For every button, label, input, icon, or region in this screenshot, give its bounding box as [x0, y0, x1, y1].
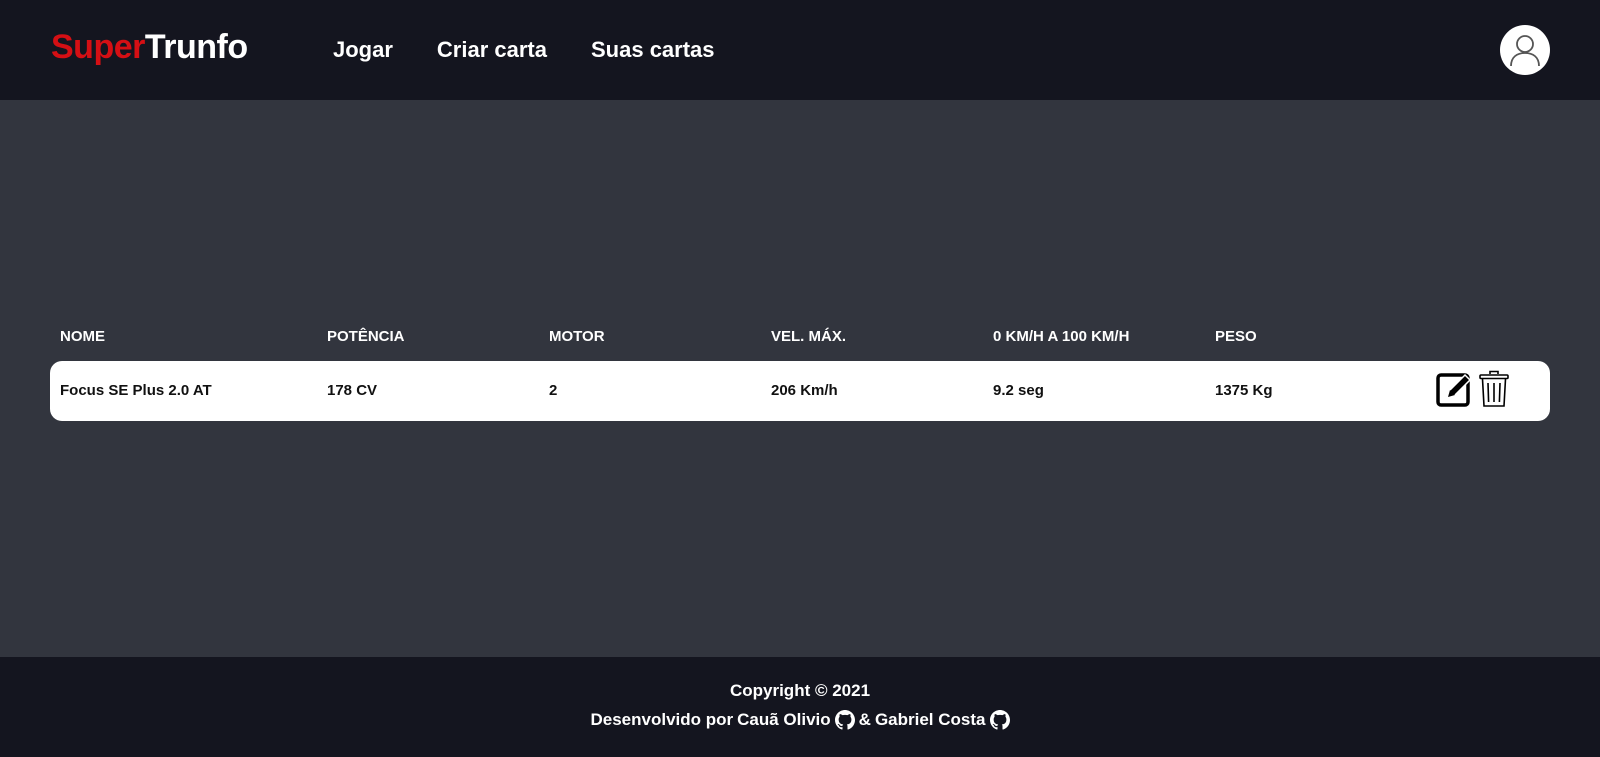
table-row: Focus SE Plus 2.0 AT 178 CV 2 206 Km/h 9… [50, 361, 1550, 421]
main-nav: Jogar Criar carta Suas cartas [333, 37, 715, 63]
trash-icon [1479, 370, 1509, 407]
delete-button[interactable] [1476, 370, 1512, 408]
logo[interactable]: SuperTrunfo [51, 28, 248, 67]
separator: & [858, 710, 871, 729]
profile-button[interactable] [1500, 25, 1550, 75]
cell-potencia: 178 CV [327, 382, 378, 399]
github-icon[interactable] [834, 710, 855, 730]
cell-motor: 2 [549, 382, 558, 399]
cell-vel-max: 206 Km/h [771, 382, 838, 399]
cards-table: NOME POTÊNCIA MOTOR VEL. MÁX. 0 KM/H A 1… [50, 320, 1550, 421]
col-nome: NOME [60, 328, 105, 345]
edit-icon [1436, 373, 1472, 407]
logo-trunfo: Trunfo [144, 28, 248, 66]
cell-nome: Focus SE Plus 2.0 AT [60, 382, 212, 399]
dev-prefix: Desenvolvido por [590, 710, 734, 729]
table-header: NOME POTÊNCIA MOTOR VEL. MÁX. 0 KM/H A 1… [50, 320, 1550, 352]
footer: Copyright © 2021 Desenvolvido por Cauã O… [0, 657, 1600, 757]
col-vel-max: VEL. MÁX. [771, 328, 847, 345]
row-actions [1436, 370, 1512, 408]
user-icon [1510, 35, 1540, 67]
copyright-text: Copyright © 2021 [729, 681, 871, 700]
nav-suas-cartas[interactable]: Suas cartas [591, 37, 715, 63]
edit-button[interactable] [1436, 370, 1472, 408]
cell-aceleracao: 9.2 seg [993, 382, 1044, 399]
top-navbar: SuperTrunfo Jogar Criar carta Suas carta… [0, 0, 1600, 100]
dev1-link[interactable]: Cauã Olivio [737, 710, 831, 730]
col-motor: MOTOR [549, 328, 605, 345]
github-icon[interactable] [989, 710, 1010, 730]
nav-criar-carta[interactable]: Criar carta [437, 37, 547, 63]
col-peso: PESO [1215, 328, 1257, 345]
dev2-link[interactable]: Gabriel Costa [875, 710, 986, 730]
cell-peso: 1375 Kg [1215, 382, 1273, 399]
logo-super: Super [51, 28, 145, 66]
col-potencia: POTÊNCIA [327, 328, 405, 345]
developers-line: Desenvolvido por Cauã Olivio & Gabriel C… [0, 710, 1600, 730]
col-aceleracao: 0 KM/H A 100 KM/H [993, 328, 1130, 345]
nav-jogar[interactable]: Jogar [333, 37, 393, 63]
